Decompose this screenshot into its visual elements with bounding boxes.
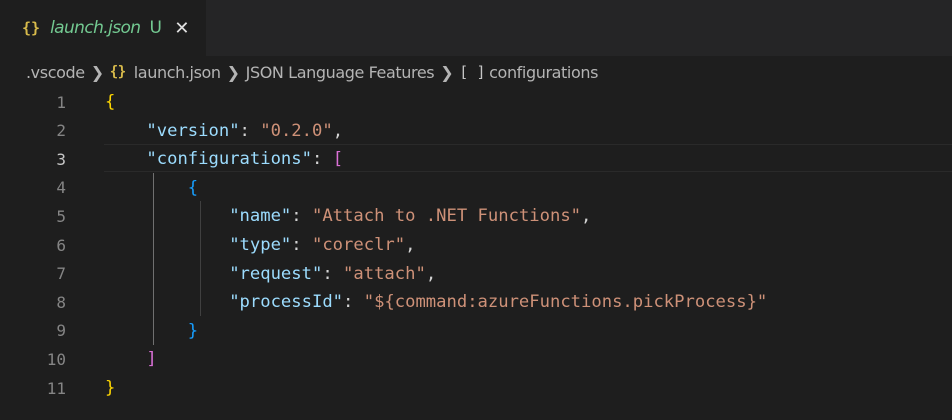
breadcrumb: .vscode ❯ {} launch.json ❯ JSON Language…	[26, 58, 598, 86]
code-text: }	[105, 374, 115, 402]
code-line[interactable]: 10 ]	[0, 345, 952, 373]
code-editor-window: {} launch.json U ✕ .vscode ❯ {} launch.j…	[0, 0, 952, 420]
code-line[interactable]: 7 "request": "attach",	[0, 260, 952, 288]
json-braces-icon: {}	[109, 64, 126, 80]
code-token: ,	[581, 206, 592, 227]
chevron-right-icon: ❯	[90, 62, 104, 82]
code-token: :	[343, 292, 364, 313]
line-number: 2	[56, 121, 66, 141]
line-number: 9	[56, 321, 66, 341]
line-number: 1	[56, 92, 66, 112]
code-line[interactable]: 11}	[0, 374, 952, 402]
breadcrumb-folder[interactable]: .vscode	[26, 63, 85, 82]
breadcrumb-file[interactable]: launch.json	[134, 63, 221, 82]
code-token: [	[332, 149, 344, 170]
code-line[interactable]: 1{	[0, 88, 952, 116]
code-token: }	[105, 378, 116, 398]
code-text: {	[105, 174, 198, 202]
code-line[interactable]: 9 }	[0, 317, 952, 345]
breadcrumb-section[interactable]: JSON Language Features	[246, 63, 435, 82]
close-icon[interactable]: ✕	[172, 18, 192, 39]
code-token: "0.2.0"	[260, 120, 333, 141]
code-token: :	[291, 235, 312, 255]
code-line[interactable]: 5 "name": "Attach to .NET Functions",	[0, 202, 952, 230]
code-text: ]	[105, 345, 157, 373]
code-line[interactable]: 3 "configurations": [	[0, 145, 952, 173]
code-token: :	[239, 120, 261, 141]
code-text: "name": "Attach to .NET Functions",	[105, 202, 591, 230]
code-token: {	[105, 92, 116, 112]
code-line[interactable]: 8 "processId": "${command:azureFunctions…	[0, 288, 952, 316]
code-token: ]	[146, 349, 157, 370]
code-token: {	[187, 177, 199, 198]
code-text: }	[105, 317, 198, 345]
code-token: "Attach to .NET Functions"	[311, 206, 582, 227]
code-token: :	[322, 263, 344, 284]
code-token: "version"	[146, 120, 240, 141]
line-number: 8	[56, 292, 66, 312]
code-text: {	[105, 88, 115, 116]
tab-label: launch.json	[50, 18, 141, 38]
code-line[interactable]: 6 "type": "coreclr",	[0, 231, 952, 259]
code-token: "attach"	[343, 263, 426, 284]
code-token: "processId"	[229, 292, 344, 313]
code-token: ,	[405, 235, 416, 255]
code-line[interactable]: 4 {	[0, 174, 952, 202]
code-text: "request": "attach",	[105, 260, 436, 288]
code-token: "coreclr"	[311, 235, 406, 255]
code-text: "processId": "${command:azureFunctions.p…	[105, 288, 767, 316]
code-text: "type": "coreclr",	[105, 231, 415, 259]
tab-bar: {} launch.json U ✕	[0, 0, 952, 56]
code-token: ,	[425, 263, 437, 284]
array-symbol-icon: [ ]	[459, 63, 486, 81]
line-number: 10	[46, 349, 66, 369]
line-number: 5	[56, 206, 66, 226]
untracked-status-badge: U	[149, 18, 162, 38]
line-number: 11	[46, 378, 66, 398]
code-token: "configurations"	[146, 149, 312, 170]
code-token: "request"	[229, 263, 323, 284]
code-token: :	[311, 149, 333, 170]
code-token: ,	[332, 120, 344, 141]
code-text: "version": "0.2.0",	[105, 117, 343, 145]
code-token: :	[291, 206, 312, 227]
line-number: 4	[56, 178, 66, 198]
code-token: }	[187, 320, 199, 341]
code-token: "name"	[229, 206, 292, 227]
breadcrumb-symbol[interactable]: configurations	[489, 63, 598, 82]
line-number: 7	[56, 264, 66, 284]
code-token: "type"	[229, 235, 292, 255]
chevron-right-icon: ❯	[226, 62, 240, 82]
line-number: 6	[56, 235, 66, 255]
tab-launch-json[interactable]: {} launch.json U ✕	[0, 0, 206, 56]
json-braces-icon: {}	[22, 19, 41, 37]
chevron-right-icon: ❯	[440, 62, 454, 82]
line-number: 3	[56, 149, 66, 169]
code-editor[interactable]: 1{2 "version": "0.2.0", 3 "configurations…	[0, 87, 952, 420]
code-line[interactable]: 2 "version": "0.2.0",	[0, 117, 952, 145]
code-text: "configurations": [	[105, 145, 343, 173]
code-token: "${command:azureFunctions.pickProcess}"	[363, 292, 768, 313]
